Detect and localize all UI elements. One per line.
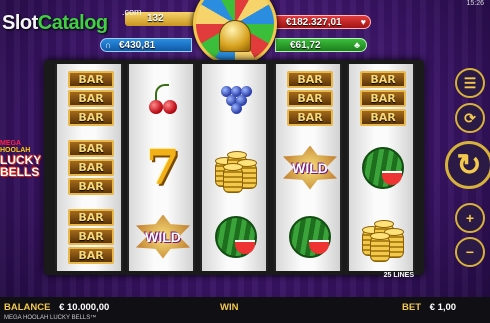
jackpot-bar-top-right: €182.327,01 ♥ bbox=[275, 15, 371, 29]
coin-top bbox=[370, 231, 390, 240]
jackpot-value-bottom-right: €61,72 bbox=[290, 40, 321, 51]
bar-label: BAR bbox=[287, 109, 333, 126]
watermelon-symbol bbox=[202, 202, 270, 271]
plus-icon: + bbox=[465, 210, 475, 226]
bar-symbol: BAR BAR BAR bbox=[57, 202, 125, 271]
wild-badge: WILD bbox=[283, 145, 337, 190]
jackpot-value-top-left: 132 bbox=[147, 13, 164, 24]
win-label: WIN bbox=[220, 302, 239, 313]
seven-label: 7 bbox=[146, 139, 180, 196]
cherry bbox=[163, 99, 177, 114]
bar-label: BAR bbox=[68, 209, 114, 226]
balance-value: € 10.000,00 bbox=[59, 302, 110, 313]
coin-top bbox=[374, 219, 394, 228]
wild-label: WILD bbox=[145, 228, 181, 245]
game-logo: MEGA HOOLAH LUCKY BELLS bbox=[0, 140, 44, 178]
bet-label: BET bbox=[402, 302, 421, 313]
coins-symbol bbox=[349, 202, 417, 271]
win-display: WIN bbox=[220, 302, 238, 313]
bet-increase-button[interactable]: + bbox=[455, 203, 485, 233]
bar-label: BAR bbox=[360, 109, 406, 126]
clover-icon: ♣ bbox=[354, 40, 360, 50]
jackpot-value-bottom-left: €430,81 bbox=[119, 40, 156, 51]
reel-1: BAR BAR BAR BAR BAR BAR BAR BAR BAR bbox=[55, 64, 123, 271]
bar-label: BAR bbox=[68, 140, 114, 157]
bar-label: BAR bbox=[68, 90, 114, 107]
bet-value: € 1,00 bbox=[429, 302, 457, 313]
bell-icon bbox=[219, 20, 251, 52]
reel-5: BAR BAR BAR bbox=[347, 64, 415, 271]
reel-2: 7 WILD bbox=[127, 64, 195, 271]
bar-symbol: BAR BAR BAR bbox=[349, 64, 417, 133]
menu-icon: ☰ bbox=[463, 74, 477, 91]
grape bbox=[231, 102, 242, 114]
watermark-part1: Slot bbox=[2, 12, 38, 34]
watermelon-icon bbox=[289, 215, 331, 258]
menu-button[interactable]: ☰ bbox=[455, 68, 485, 98]
triple-bar-stack: BAR BAR BAR bbox=[287, 71, 333, 126]
grapes-symbol bbox=[202, 64, 270, 133]
triple-bar-stack: BAR BAR BAR bbox=[68, 71, 114, 126]
bar-label: BAR bbox=[360, 90, 406, 107]
bar-label: BAR bbox=[287, 90, 333, 107]
status-clock: 15:26 bbox=[466, 0, 484, 7]
bar-label: BAR bbox=[68, 178, 114, 195]
cherries-symbol bbox=[129, 64, 197, 133]
bar-symbol: BAR BAR BAR bbox=[57, 64, 125, 133]
jackpot-bar-bottom-left: ∩ €430,81 bbox=[100, 38, 192, 52]
lines-label: 25 LINES bbox=[383, 272, 414, 279]
reel-3 bbox=[200, 64, 268, 271]
seven-symbol: 7 bbox=[129, 133, 197, 202]
coins-icon bbox=[213, 145, 259, 193]
wild-symbol: WILD bbox=[129, 202, 197, 271]
coins-symbol bbox=[202, 133, 270, 202]
logo-line1: MEGA bbox=[0, 140, 21, 147]
autoplay-button[interactable]: ⟳ bbox=[455, 103, 485, 133]
grapes-icon bbox=[219, 84, 253, 114]
wild-symbol: WILD bbox=[276, 133, 344, 202]
spin-icon: ↻ bbox=[456, 148, 482, 182]
bar-label: BAR bbox=[68, 159, 114, 176]
jackpot-bar-bottom-right: €61,72 ♣ bbox=[275, 38, 367, 52]
bar-label: BAR bbox=[68, 109, 114, 126]
bar-label: BAR bbox=[68, 247, 114, 264]
coins-icon bbox=[360, 214, 406, 262]
watermark-part2: Catalog bbox=[37, 12, 108, 34]
autoplay-icon: ⟳ bbox=[464, 109, 476, 126]
watermelon-symbol bbox=[349, 133, 417, 202]
bar-label: BAR bbox=[68, 228, 114, 245]
spin-button[interactable]: ↻ bbox=[445, 141, 490, 189]
game-title: MEGA HOOLAH LUCKY BELLS™ bbox=[4, 315, 97, 321]
jackpot-value-top-right: €182.327,01 bbox=[286, 17, 342, 28]
triple-bar-stack: BAR BAR BAR bbox=[360, 71, 406, 126]
coin-top bbox=[223, 162, 243, 171]
cherry bbox=[149, 99, 163, 114]
triple-bar-stack: BAR BAR BAR bbox=[68, 140, 114, 195]
bar-label: BAR bbox=[287, 71, 333, 88]
bar-label: BAR bbox=[360, 71, 406, 88]
cherry-stem bbox=[155, 83, 169, 102]
wild-label: WILD bbox=[292, 159, 328, 176]
balance-display: BALANCE € 10.000,00 bbox=[4, 302, 109, 313]
watermelon-icon bbox=[362, 146, 404, 189]
balance-label: BALANCE bbox=[4, 302, 51, 313]
watermark: SlotCatalog bbox=[2, 12, 108, 35]
minus-icon: − bbox=[465, 244, 475, 260]
bet-display: BET € 1,00 bbox=[402, 302, 456, 313]
heart-icon: ♥ bbox=[360, 17, 366, 27]
triple-bar-stack: BAR BAR BAR bbox=[68, 209, 114, 264]
reel-4: BAR BAR BAR WILD bbox=[274, 64, 342, 271]
logo-line4: BELLS bbox=[0, 165, 40, 179]
bar-symbol: BAR BAR BAR bbox=[276, 64, 344, 133]
horseshoe-icon: ∩ bbox=[105, 40, 112, 50]
cherries-icon bbox=[143, 83, 183, 114]
coin-top bbox=[227, 150, 247, 159]
bet-decrease-button[interactable]: − bbox=[455, 237, 485, 267]
watermelon-symbol bbox=[276, 202, 344, 271]
bar-label: BAR bbox=[68, 71, 114, 88]
watermark-suffix: .com bbox=[122, 7, 142, 17]
watermelon-icon bbox=[215, 215, 257, 258]
bar-symbol: BAR BAR BAR bbox=[57, 133, 125, 202]
wild-badge: WILD bbox=[136, 214, 190, 259]
